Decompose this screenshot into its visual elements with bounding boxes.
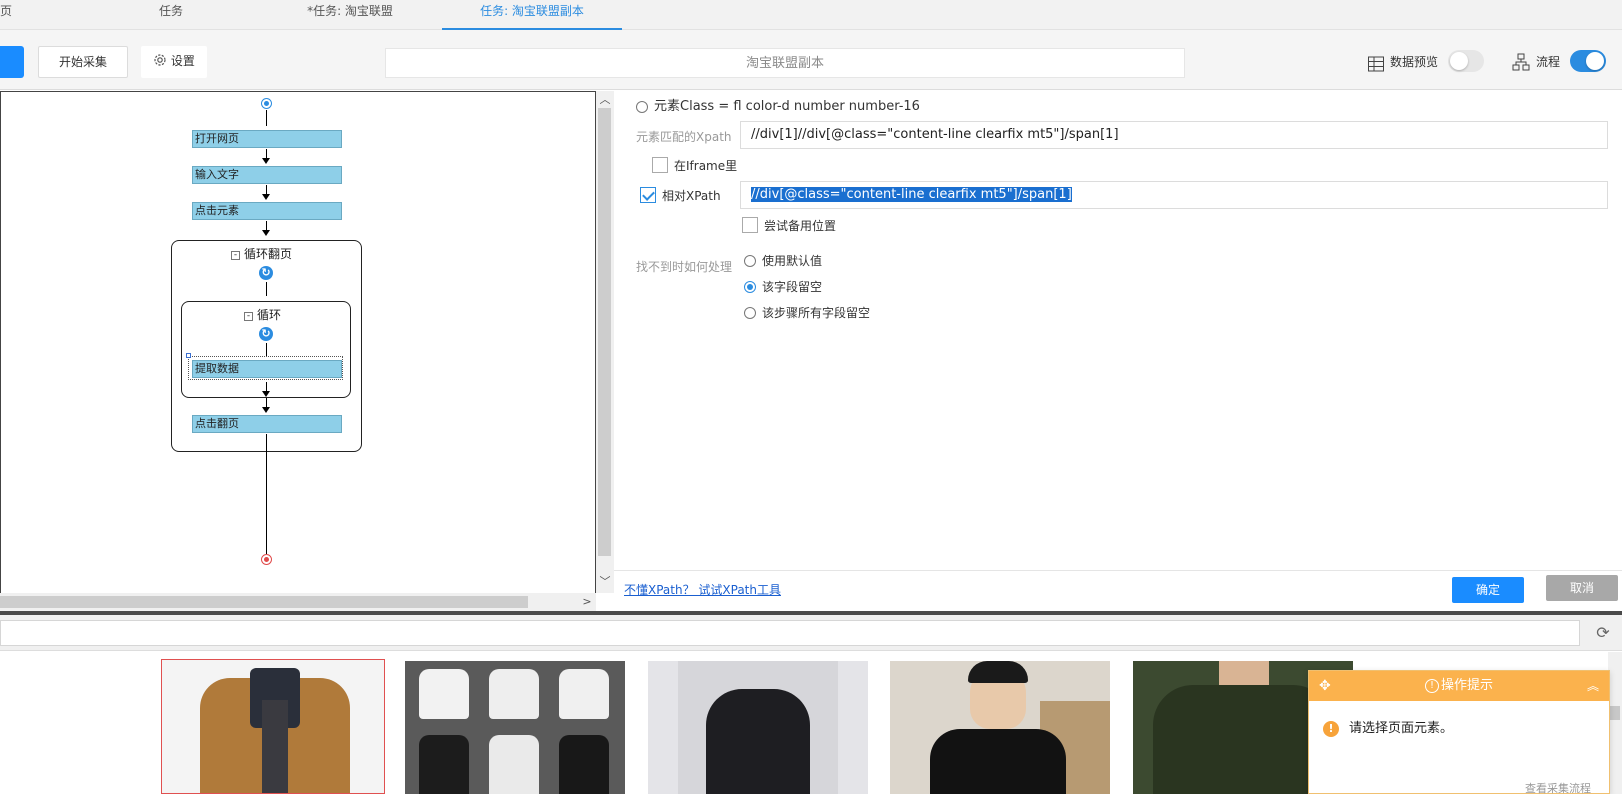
save-button-edge[interactable]: [0, 46, 24, 78]
connector: [266, 434, 267, 554]
flow-start-icon: [261, 98, 272, 109]
leave-step-empty-label: 该步骤所有字段留空: [762, 306, 871, 320]
collapse-icon[interactable]: -: [244, 312, 253, 321]
product-image-turtleneck[interactable]: [890, 661, 1110, 794]
tip-header[interactable]: ✥ ! 操作提示 ︽: [1309, 671, 1609, 701]
leave-field-empty-radio[interactable]: [744, 281, 756, 293]
xpath-tool-link[interactable]: 不懂XPath？ 试试XPath工具: [624, 582, 781, 598]
footer-divider: [614, 570, 1622, 571]
ok-button[interactable]: 确定: [1452, 577, 1524, 603]
operation-tip-popup: ✥ ! 操作提示 ︽ ! 请选择页面元素。 查看采集流程: [1308, 670, 1610, 794]
tip-message: 请选择页面元素。: [1349, 721, 1454, 736]
tab-home[interactable]: 页: [0, 0, 16, 30]
flow-node-extract-data[interactable]: 提取数据: [192, 360, 342, 378]
flow-toggle[interactable]: [1570, 50, 1606, 72]
flow-node-click-next-page[interactable]: 点击翻页: [192, 415, 342, 433]
loop-title[interactable]: - 循环: [244, 307, 281, 323]
flow-node-click-element[interactable]: 点击元素: [192, 202, 342, 220]
warning-icon: !: [1323, 721, 1339, 737]
data-preview-toggle[interactable]: [1448, 50, 1484, 72]
element-class-radio[interactable]: [636, 101, 648, 113]
not-found-label: 找不到时如何处理: [636, 260, 733, 274]
toolbar: 开始采集 设置 淘宝联盟副本 数据预览 流程: [0, 30, 1622, 90]
url-input[interactable]: [0, 620, 1580, 646]
in-iframe-label: 在Iframe里: [674, 159, 738, 173]
connector: [266, 282, 267, 296]
connector: [266, 343, 267, 357]
tip-footer-link[interactable]: 查看采集流程: [1525, 781, 1591, 794]
loop-refresh-icon: ↻: [259, 327, 273, 341]
loop-label: 循环: [257, 308, 282, 322]
selection-handle[interactable]: [186, 353, 191, 358]
refresh-icon[interactable]: ⟳: [1593, 623, 1613, 643]
in-iframe-checkbox[interactable]: [652, 157, 668, 173]
info-icon: !: [1424, 679, 1439, 693]
collapse-up-icon[interactable]: ︽: [1587, 671, 1599, 701]
settings-button[interactable]: 设置: [141, 46, 207, 78]
xpath-input[interactable]: //div[1]//div[@class="content-line clear…: [740, 121, 1608, 149]
settings-label: 设置: [170, 54, 195, 68]
collapse-icon[interactable]: -: [231, 251, 240, 260]
relative-xpath-label: 相对XPath: [662, 189, 721, 203]
product-image-down-jacket[interactable]: [648, 661, 868, 794]
tab-task-taobao-copy[interactable]: 任务: 淘宝联盟副本: [442, 0, 622, 30]
element-settings-panel: 元素Class = fl color-d number number-16 元素…: [614, 91, 1622, 611]
scroll-down-icon[interactable]: ﹀: [598, 575, 612, 589]
try-backup-label: 尝试备用位置: [764, 219, 837, 233]
browser-vertical-scroll-thumb[interactable]: [1610, 706, 1620, 720]
flow-vertical-scroll-thumb[interactable]: [598, 108, 611, 556]
relative-xpath-input[interactable]: //div[@class="content-line clearfix mt5"…: [740, 181, 1608, 209]
scroll-up-icon[interactable]: ︿: [598, 93, 612, 107]
product-image-sweatshirts[interactable]: [405, 661, 625, 794]
table-icon: [1368, 56, 1384, 72]
toggle-knob: [1586, 52, 1604, 70]
flow-end-icon: [261, 554, 272, 565]
task-title-field[interactable]: 淘宝联盟副本: [385, 48, 1185, 78]
arrow-down-icon: [262, 407, 270, 413]
move-icon[interactable]: ✥: [1319, 671, 1331, 701]
tab-tasks[interactable]: 任务: [140, 0, 202, 30]
scroll-right-icon[interactable]: >: [580, 595, 594, 609]
arrow-down-icon: [262, 194, 270, 200]
selected-text: //div[@class="content-line clearfix mt5"…: [751, 187, 1072, 202]
arrow-down-icon: [262, 158, 270, 164]
element-class-option: 元素Class = fl color-d number number-16: [654, 99, 920, 114]
loop-refresh-icon: ↻: [259, 266, 273, 280]
flow-node-input-text[interactable]: 输入文字: [192, 166, 342, 184]
flow-horizontal-scroll-thumb[interactable]: [0, 596, 528, 608]
arrow-down-icon: [262, 230, 270, 236]
tab-task-taobao[interactable]: *任务: 淘宝联盟: [290, 0, 410, 30]
flow-label: 流程: [1536, 55, 1561, 69]
app-window: 页 任务 *任务: 淘宝联盟 任务: 淘宝联盟副本 开始采集 设置 淘宝联盟副本…: [0, 0, 1622, 794]
leave-field-empty-label: 该字段留空: [762, 280, 823, 294]
gear-icon: [154, 54, 166, 66]
toggle-knob: [1450, 52, 1468, 70]
arrow-down-icon: [262, 391, 270, 397]
tip-title: 操作提示: [1440, 678, 1493, 693]
flow-designer[interactable]: 打开网页 输入文字 点击元素 - 循环翻页 ↻ - 循环 ↻ 提取数据 点击翻页: [0, 91, 596, 611]
browser-toolbar: ⟳: [0, 615, 1622, 651]
flow-icon: [1512, 53, 1530, 71]
browser-vertical-scrollbar[interactable]: [1608, 652, 1622, 794]
loop-pagination-title[interactable]: - 循环翻页: [231, 246, 292, 262]
try-backup-checkbox[interactable]: [742, 217, 758, 233]
use-default-radio[interactable]: [744, 255, 756, 267]
data-preview-label: 数据预览: [1390, 55, 1439, 69]
leave-step-empty-radio[interactable]: [744, 307, 756, 319]
cancel-button[interactable]: 取消: [1546, 575, 1618, 601]
xpath-label: 元素匹配的Xpath: [636, 130, 732, 144]
tab-bar: 页 任务 *任务: 淘宝联盟 任务: 淘宝联盟副本: [0, 0, 1622, 30]
start-collect-button[interactable]: 开始采集: [38, 46, 128, 78]
product-image-coat[interactable]: [161, 659, 385, 794]
loop-pagination-label: 循环翻页: [244, 247, 293, 261]
connector: [266, 110, 267, 126]
relative-xpath-checkbox[interactable]: [640, 187, 656, 203]
use-default-label: 使用默认值: [762, 254, 823, 268]
flow-node-open-page[interactable]: 打开网页: [192, 130, 342, 148]
